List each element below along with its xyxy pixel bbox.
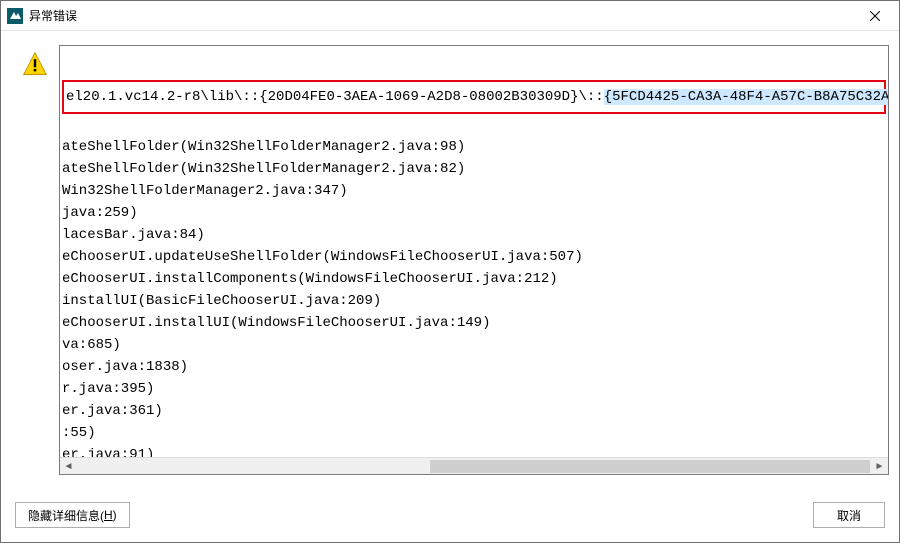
stack-line[interactable]: er.java:91) bbox=[60, 444, 888, 457]
scroll-left-arrow[interactable]: ◄ bbox=[60, 458, 77, 475]
highlighted-path-row: el20.1.vc14.2-r8\lib\::{20D04FE0-3AEA-10… bbox=[62, 80, 886, 114]
selected-guid: {5FCD4425-CA3A-48F4-A57C-B8A75C32ACB1} bbox=[604, 89, 888, 105]
stack-line[interactable]: eChooserUI.installComponents(WindowsFile… bbox=[60, 268, 888, 290]
content-column: el20.1.vc14.2-r8\lib\::{20D04FE0-3AEA-10… bbox=[59, 45, 889, 484]
hide-details-button[interactable]: 隐藏详细信息(H) bbox=[15, 502, 130, 528]
window-title: 异常错误 bbox=[29, 7, 855, 24]
stack-trace-panel: el20.1.vc14.2-r8\lib\::{20D04FE0-3AEA-10… bbox=[59, 45, 889, 475]
horizontal-scrollbar[interactable]: ◄ ► bbox=[60, 457, 888, 474]
stack-line[interactable]: eChooserUI.updateUseShellFolder(WindowsF… bbox=[60, 246, 888, 268]
stack-line[interactable]: ateShellFolder(Win32ShellFolderManager2.… bbox=[60, 136, 888, 158]
dialog-body: el20.1.vc14.2-r8\lib\::{20D04FE0-3AEA-10… bbox=[1, 31, 899, 490]
error-dialog: 异常错误 el20.1.vc14.2-r8\lib\::{20D04FE0-3A… bbox=[0, 0, 900, 543]
titlebar: 异常错误 bbox=[1, 1, 899, 31]
highlighted-path-text[interactable]: el20.1.vc14.2-r8\lib\::{20D04FE0-3AEA-10… bbox=[66, 86, 882, 108]
stack-line[interactable]: ateShellFolder(Win32ShellFolderManager2.… bbox=[60, 158, 888, 180]
scroll-thumb[interactable] bbox=[430, 460, 870, 473]
stack-line[interactable]: Win32ShellFolderManager2.java:347) bbox=[60, 180, 888, 202]
stack-line[interactable]: installUI(BasicFileChooserUI.java:209) bbox=[60, 290, 888, 312]
warning-icon bbox=[22, 51, 48, 77]
close-icon bbox=[870, 11, 880, 21]
dialog-button-row: 隐藏详细信息(H) 取消 bbox=[1, 490, 899, 542]
scroll-right-arrow[interactable]: ► bbox=[871, 458, 888, 475]
stack-line[interactable]: er.java:361) bbox=[60, 400, 888, 422]
stack-line[interactable]: java:259) bbox=[60, 202, 888, 224]
stack-line[interactable]: lacesBar.java:84) bbox=[60, 224, 888, 246]
stack-trace-lines: ateShellFolder(Win32ShellFolderManager2.… bbox=[60, 136, 888, 457]
stack-trace-viewport[interactable]: el20.1.vc14.2-r8\lib\::{20D04FE0-3AEA-10… bbox=[60, 46, 888, 457]
close-button[interactable] bbox=[855, 2, 895, 30]
stack-line[interactable]: :55) bbox=[60, 422, 888, 444]
stack-line[interactable]: r.java:395) bbox=[60, 378, 888, 400]
stack-line[interactable]: oser.java:1838) bbox=[60, 356, 888, 378]
cancel-button[interactable]: 取消 bbox=[813, 502, 885, 528]
app-icon bbox=[7, 8, 23, 24]
stack-line[interactable]: eChooserUI.installUI(WindowsFileChooserU… bbox=[60, 312, 888, 334]
icon-column bbox=[11, 45, 59, 484]
stack-line[interactable]: va:685) bbox=[60, 334, 888, 356]
